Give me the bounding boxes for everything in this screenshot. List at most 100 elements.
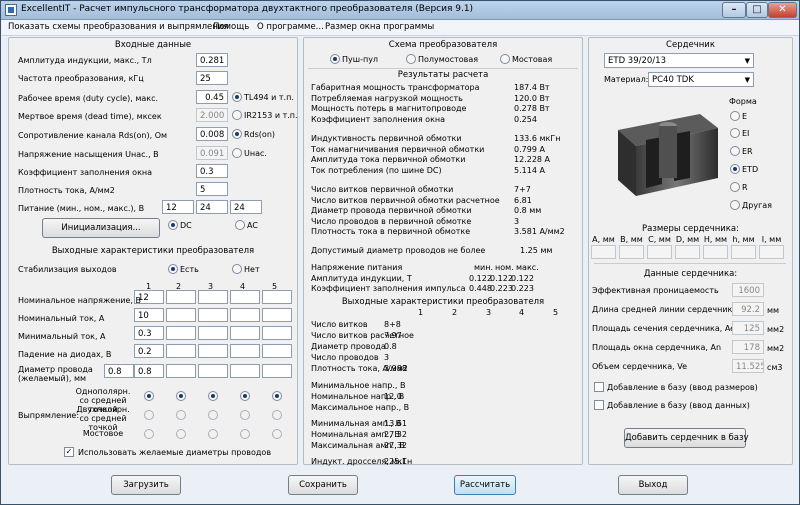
rect-radio[interactable] [208,410,218,420]
dim-input[interactable] [675,245,700,259]
output-cell-input[interactable]: 10 [134,308,164,322]
fill-factor-input[interactable]: 0.3 [196,164,228,178]
rds-radio[interactable] [232,129,242,139]
menu-schemes[interactable]: Показать схемы преобразования и выпрямле… [8,22,228,32]
output-cell-input[interactable] [198,290,228,304]
maximize-button[interactable]: □ [746,2,768,18]
dim-input[interactable] [703,245,728,259]
form-er-radio[interactable] [730,146,740,156]
divider [308,68,578,69]
output-cell-input[interactable] [230,326,260,340]
rect-radio[interactable] [272,429,282,439]
material-select[interactable]: PC40 TDK ▼ [648,72,754,87]
exit-button[interactable]: Выход [618,475,688,495]
add-dims-checkbox[interactable] [594,382,604,392]
dim-input[interactable] [759,245,784,259]
calculate-button[interactable]: Рассчитать [454,475,516,495]
output-cell-input[interactable]: 0.2 [134,344,164,358]
pushpull-radio[interactable] [330,54,340,64]
output-cell-input[interactable] [262,290,292,304]
load-button[interactable]: Загрузить [111,475,181,495]
menu-window-size[interactable]: Размер окна программы [325,22,434,32]
rect-radio[interactable] [240,410,250,420]
rect-radio[interactable] [144,410,154,420]
rect-radio[interactable] [144,391,154,401]
stab-no-radio[interactable] [232,264,242,274]
rect-radio[interactable] [176,429,186,439]
rect-radio[interactable] [240,391,250,401]
save-button[interactable]: Сохранить [288,475,358,495]
rect-radio[interactable] [240,429,250,439]
form-etd-radio[interactable] [730,164,740,174]
core-select[interactable]: ETD 39/20/13 ▼ [604,53,754,68]
ac-radio[interactable] [235,220,245,230]
bridge-radio[interactable] [500,54,510,64]
duty-cycle-input[interactable]: 0.45 [196,90,228,104]
dead-time-input[interactable]: 2.000 [196,108,228,122]
output-cell-input[interactable] [230,344,260,358]
output-cell-input[interactable] [198,364,228,378]
rect-radio[interactable] [272,410,282,420]
output-cell-input[interactable] [166,308,196,322]
output-cell-input[interactable] [166,344,196,358]
supply-min-input[interactable]: 12 [162,200,194,214]
supply-max-input[interactable]: 24 [230,200,262,214]
usat-input[interactable]: 0.091 [196,146,228,160]
supply-nom-input[interactable]: 24 [196,200,228,214]
output-cell-input[interactable] [262,326,292,340]
rect-radio[interactable] [208,391,218,401]
dim-input[interactable] [619,245,644,259]
rect-radio[interactable] [176,391,186,401]
current-density-input[interactable]: 5 [196,182,228,196]
add-data-label: Добавление в базу (ввод данных) [607,401,750,410]
rect-radio[interactable] [144,429,154,439]
frequency-input[interactable]: 25 [196,71,228,85]
output-cell-input[interactable] [230,290,260,304]
output-cell-input[interactable] [262,344,292,358]
halfbridge-label: Полумостовая [418,55,479,64]
rds-input[interactable]: 0.008 [196,127,228,141]
dim-input[interactable] [591,245,616,259]
output-cell-input[interactable] [166,364,196,378]
dim-input[interactable] [731,245,756,259]
output-cell-input[interactable] [166,326,196,340]
form-other-radio[interactable] [730,200,740,210]
stab-yes-radio[interactable] [168,264,178,274]
add-data-checkbox[interactable] [594,400,604,410]
result-value: 0.254 [514,114,537,124]
output-cell-input[interactable]: 0.8 [134,364,164,378]
close-button[interactable]: ✕ [768,2,797,18]
add-core-button[interactable]: Добавить сердечник в базу [624,428,749,448]
use-wire-checkbox[interactable]: ✓ [64,447,74,457]
rect-radio[interactable] [272,391,282,401]
tl494-radio[interactable] [232,92,242,102]
ir2153-radio[interactable] [232,110,242,120]
output-cell-input[interactable] [166,290,196,304]
core-data-title: Данные сердечника: [643,269,738,279]
output-cell-input[interactable] [198,344,228,358]
dc-radio[interactable] [168,220,178,230]
halfbridge-radio[interactable] [406,54,416,64]
output-cell-input[interactable] [198,326,228,340]
form-ei-radio[interactable] [730,128,740,138]
rect-radio[interactable] [176,410,186,420]
row-label: Диаметр провода (желаемый), мм [18,365,93,383]
tl494-label: TL494 и т.п. [244,93,294,102]
menu-about[interactable]: О программе... [257,22,324,32]
wire-diameter-left-input[interactable]: 0.8 [104,364,134,378]
usat-radio[interactable] [232,148,242,158]
form-r-radio[interactable] [730,182,740,192]
init-button[interactable]: Инициализация... [42,218,160,238]
form-e-radio[interactable] [730,111,740,121]
output-cell-input[interactable] [230,364,260,378]
rect-radio[interactable] [208,429,218,439]
output-cell-input[interactable]: 0.3 [134,326,164,340]
menu-help[interactable]: Помощь [213,22,249,32]
induction-input[interactable]: 0.281 [196,53,228,67]
output-cell-input[interactable] [262,308,292,322]
output-cell-input[interactable] [198,308,228,322]
dim-input[interactable] [647,245,672,259]
minimize-button[interactable]: – [722,2,746,18]
output-cell-input[interactable] [262,364,292,378]
output-cell-input[interactable] [230,308,260,322]
